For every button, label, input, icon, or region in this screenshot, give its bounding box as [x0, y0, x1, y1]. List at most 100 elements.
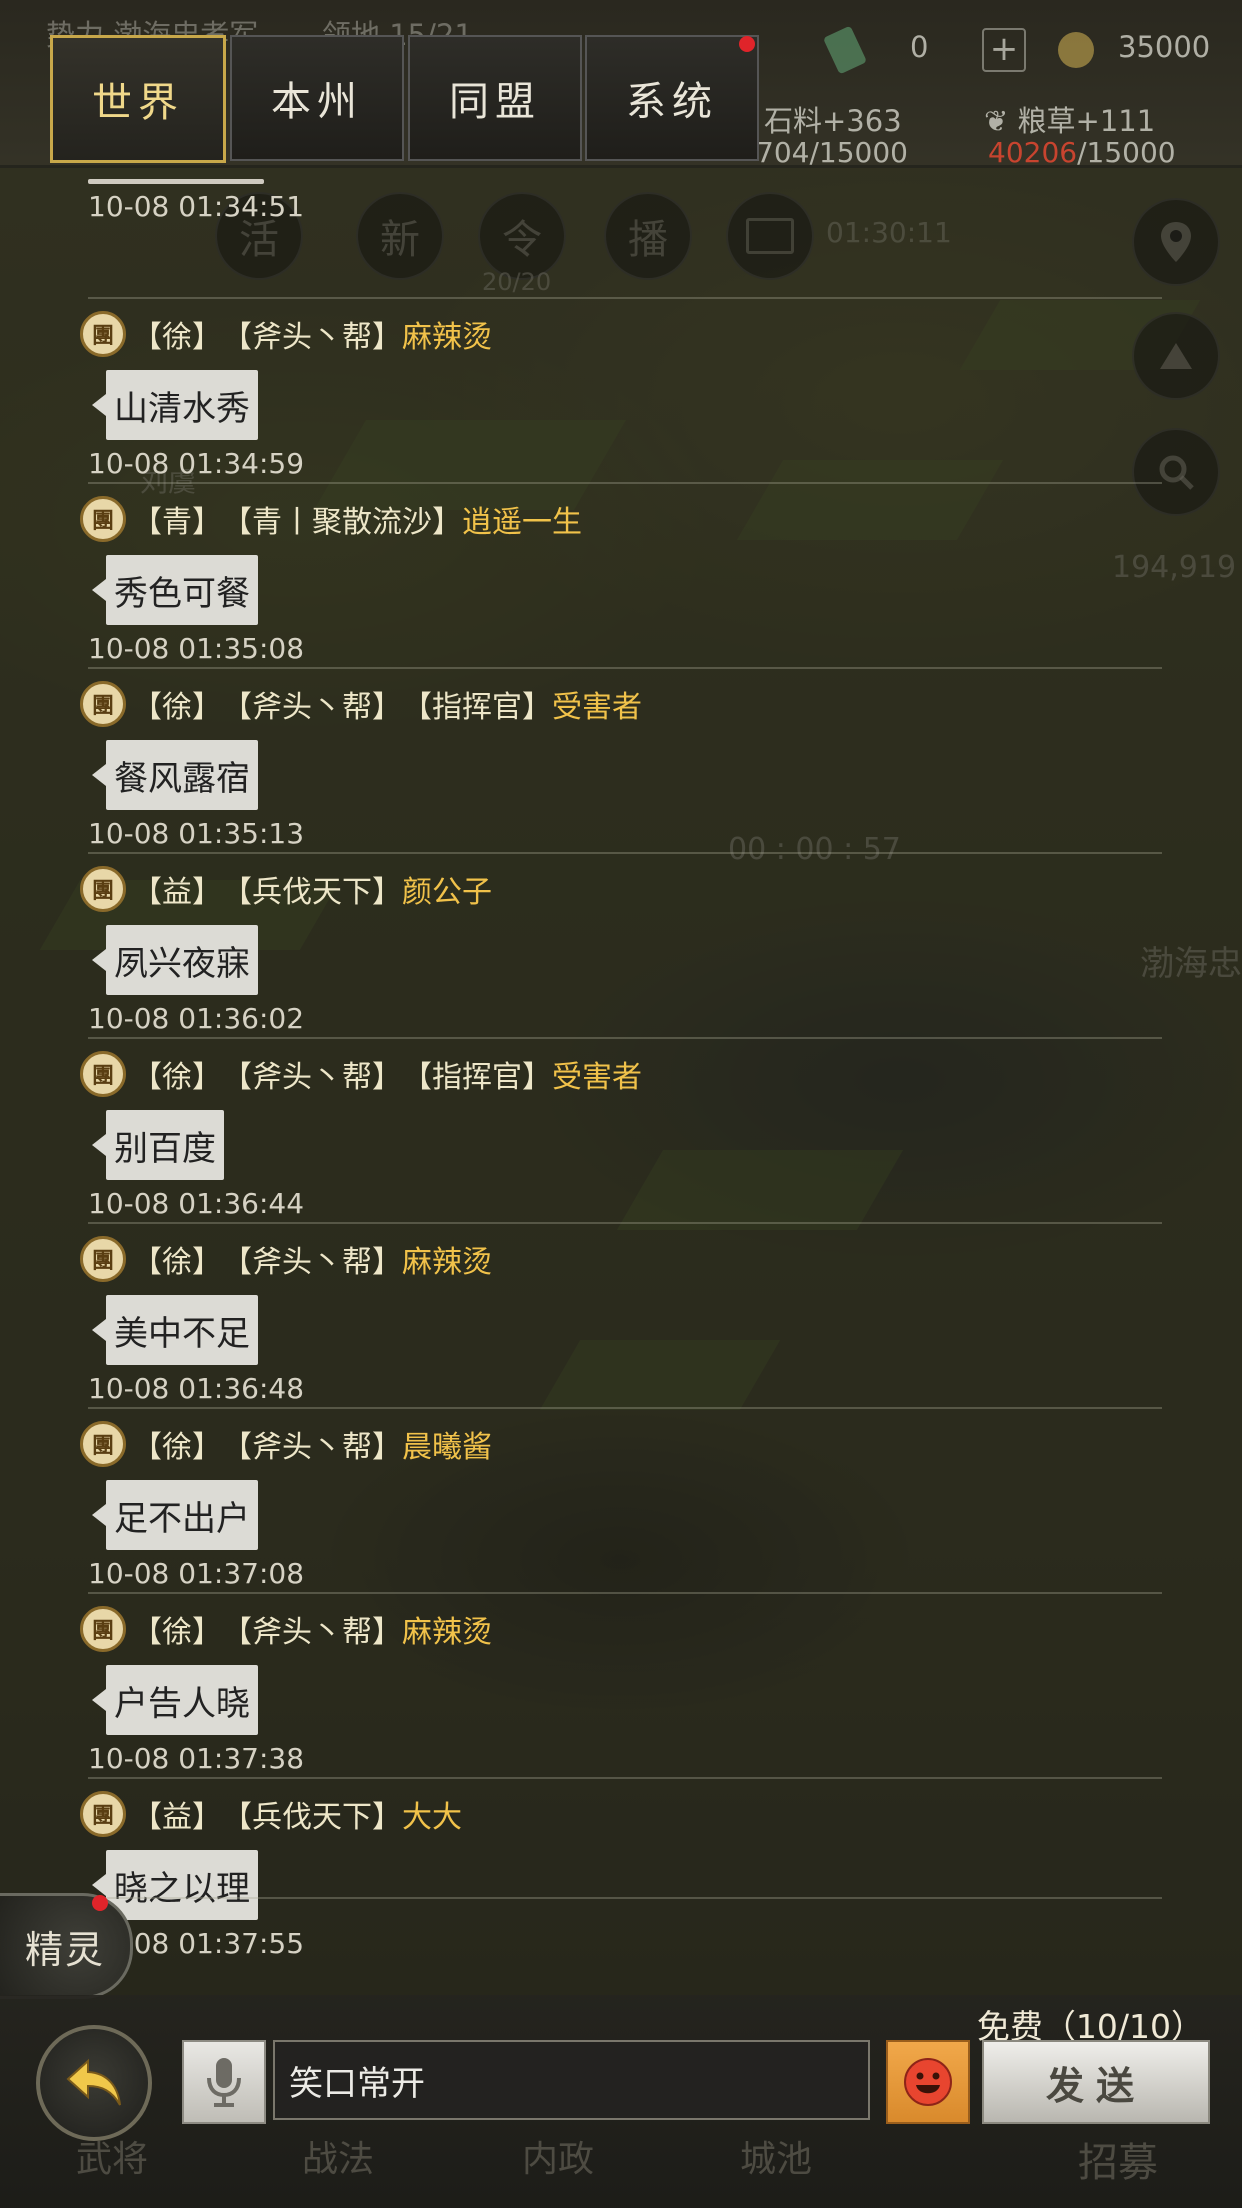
message-header[interactable]: 團 【徐】 【斧头丶帮】 麻辣烫	[80, 1606, 492, 1652]
chat-panel[interactable]: 10-08 01:34:51 團 【徐】 【斧头丶帮】 麻辣烫 山清水秀 10-…	[0, 165, 1242, 1995]
sender-state: 【徐】	[132, 1060, 222, 1095]
message-time: 10-08 01:37:38	[88, 1742, 305, 1775]
message-bubble[interactable]: 别百度	[92, 1110, 224, 1180]
sender-state: 【徐】	[132, 1245, 222, 1280]
sender-name[interactable]: 晨曦酱	[402, 1422, 492, 1466]
message-bubble[interactable]: 美中不足	[92, 1295, 258, 1365]
message-bubble[interactable]: 山清水秀	[92, 370, 258, 440]
message-time: 10-08 01:36:02	[88, 1002, 305, 1035]
message-separator	[88, 1037, 1162, 1039]
sender-role: 【指挥官】	[402, 690, 552, 725]
chat-input[interactable]	[273, 2040, 870, 2120]
message-header[interactable]: 團 【益】 【兵伐天下】 大大	[80, 1791, 462, 1837]
spirit-notification-dot	[92, 1895, 108, 1911]
sender-name[interactable]: 麻辣烫	[402, 1607, 492, 1651]
message-time: 10-08 01:35:08	[88, 632, 305, 665]
stone-rate: 石料+363	[764, 104, 902, 138]
sender-name[interactable]: 受害者	[552, 682, 642, 726]
message-separator	[88, 667, 1162, 669]
message-bubble[interactable]: 户告人晓	[92, 1665, 258, 1735]
message-separator	[88, 1407, 1162, 1409]
alliance-badge-icon: 團	[80, 1051, 126, 1097]
chat-message: 團 【徐】 【斧头丶帮】 麻辣烫 户告人晓 10-08 01:37:38	[0, 1592, 1242, 1777]
alliance-badge-icon: 團	[80, 1421, 126, 1467]
chat-message: 團 【益】 【兵伐天下】 颜公子 夙兴夜寐 10-08 01:36:02	[0, 852, 1242, 1037]
message-bubble[interactable]: 夙兴夜寐	[92, 925, 258, 995]
message-bubble[interactable]: 晓之以理	[92, 1850, 258, 1920]
return-arrow-icon	[66, 2058, 121, 2106]
sender-alliance: 【斧头丶帮】	[222, 320, 402, 355]
sender-name[interactable]: 麻辣烫	[402, 1237, 492, 1281]
sender-alliance: 【斧头丶帮】	[222, 1430, 402, 1465]
chat-message: 團 【青】 【青丨聚散流沙】 逍遥一生 秀色可餐 10-08 01:35:08	[0, 482, 1242, 667]
smiley-icon	[904, 2058, 952, 2106]
chat-message: 團 【徐】 【斧头丶帮】 晨曦酱 足不出户 10-08 01:37:08	[0, 1407, 1242, 1592]
chat-message: 團 【益】 【兵伐天下】 大大 晓之以理 10-08 01:37:55	[0, 1777, 1242, 1962]
tab-alliance[interactable]: 同盟	[408, 35, 582, 161]
alliance-badge-icon: 團	[80, 1236, 126, 1282]
message-separator	[88, 1897, 1162, 1899]
gold-value: 0	[910, 30, 929, 64]
sender-alliance: 【兵伐天下】	[222, 875, 402, 910]
spirit-button[interactable]: 精灵	[0, 1893, 133, 1999]
alliance-badge-icon: 團	[80, 866, 126, 912]
nav-city: 城池	[740, 2139, 813, 2180]
sender-alliance: 【斧头丶帮】	[222, 1615, 402, 1650]
message-time: 10-08 01:37:08	[88, 1557, 305, 1590]
scroll-stub	[88, 179, 264, 184]
alliance-badge-icon: 團	[80, 1606, 126, 1652]
sender-name[interactable]: 逍遥一生	[462, 497, 582, 541]
message-header[interactable]: 團 【徐】 【斧头丶帮】 晨曦酱	[80, 1421, 492, 1467]
message-separator	[88, 852, 1162, 854]
message-header[interactable]: 團 【徐】 【斧头丶帮】 【指挥官】 受害者	[80, 681, 642, 727]
message-time: 10-08 01:34:59	[88, 447, 305, 480]
message-header[interactable]: 團 【徐】 【斧头丶帮】 麻辣烫	[80, 1236, 492, 1282]
back-button[interactable]	[36, 2025, 152, 2141]
message-time: 10-08 01:34:51	[88, 190, 305, 223]
tab-world[interactable]: 世界	[50, 35, 226, 163]
grain-rate: ❦ 粮草+111	[984, 104, 1156, 138]
sender-alliance: 【青丨聚散流沙】	[222, 505, 462, 540]
sender-alliance: 【斧头丶帮】	[222, 690, 402, 725]
message-bubble[interactable]: 秀色可餐	[92, 555, 258, 625]
message-header[interactable]: 團 【益】 【兵伐天下】 颜公子	[80, 866, 492, 912]
message-separator	[88, 482, 1162, 484]
alliance-badge-icon: 團	[80, 496, 126, 542]
message-separator	[88, 1592, 1162, 1594]
message-separator	[88, 297, 1162, 299]
message-separator	[88, 1222, 1162, 1224]
send-button[interactable]: 发送	[982, 2040, 1210, 2124]
message-header[interactable]: 團 【徐】 【斧头丶帮】 【指挥官】 受害者	[80, 1051, 642, 1097]
message-header[interactable]: 團 【青】 【青丨聚散流沙】 逍遥一生	[80, 496, 582, 542]
emoji-button[interactable]	[886, 2040, 970, 2124]
message-bubble[interactable]: 足不出户	[92, 1480, 258, 1550]
copper-value: 35000	[1118, 30, 1211, 64]
system-notification-dot	[739, 36, 755, 52]
sender-state: 【徐】	[132, 320, 222, 355]
voice-button[interactable]	[182, 2040, 266, 2124]
message-header[interactable]: 團 【徐】 【斧头丶帮】 麻辣烫	[80, 311, 492, 357]
sender-name[interactable]: 颜公子	[402, 867, 492, 911]
nav-tactics: 战法	[302, 2139, 375, 2180]
jade-icon	[822, 25, 868, 75]
sender-name[interactable]: 麻辣烫	[402, 312, 492, 356]
sender-state: 【徐】	[132, 1430, 222, 1465]
add-gold-icon: +	[982, 28, 1026, 72]
alliance-badge-icon: 團	[80, 311, 126, 357]
sender-state: 【徐】	[132, 1615, 222, 1650]
nav-internal-affairs: 内政	[522, 2139, 595, 2180]
tab-system[interactable]: 系统	[585, 35, 759, 161]
sender-name[interactable]: 受害者	[552, 1052, 642, 1096]
sender-state: 【徐】	[132, 690, 222, 725]
message-time: 10-08 01:36:44	[88, 1187, 305, 1220]
message-time: 10-08 01:35:13	[88, 817, 305, 850]
sender-state: 【青】	[132, 505, 222, 540]
tab-state[interactable]: 本州	[230, 35, 404, 161]
sender-name[interactable]: 大大	[402, 1792, 462, 1836]
alliance-badge-icon: 團	[80, 1791, 126, 1837]
sender-state: 【益】	[132, 1800, 222, 1835]
coin-icon	[1058, 32, 1094, 68]
message-bubble[interactable]: 餐风露宿	[92, 740, 258, 810]
alliance-badge-icon: 團	[80, 681, 126, 727]
chat-message: 團 【徐】 【斧头丶帮】 麻辣烫 美中不足 10-08 01:36:48	[0, 1222, 1242, 1407]
